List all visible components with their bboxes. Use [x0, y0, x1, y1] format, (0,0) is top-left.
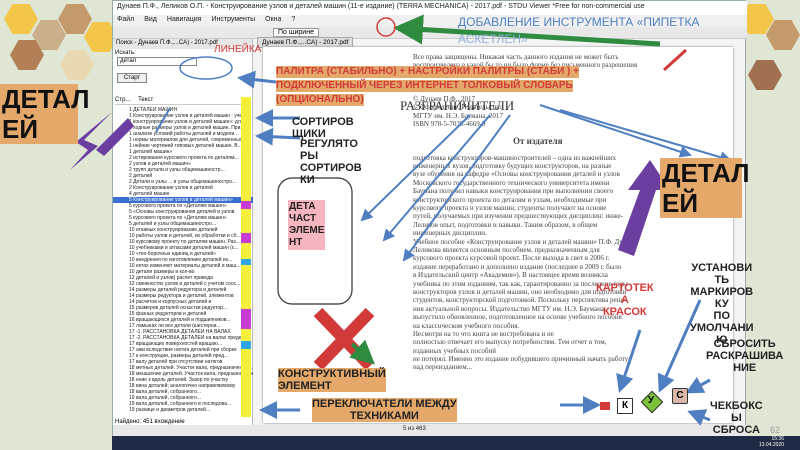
green-arrow [393, 14, 661, 47]
ruler-highlight-ellipse [179, 56, 233, 80]
annotation-card: КАРТОТЕК А КРАСОК [596, 282, 654, 318]
annotation-pipette-2: АСКЕТЛЕН» [458, 32, 528, 46]
annotation-ruler: ЛИНЕЙКА [214, 44, 262, 55]
c-button[interactable]: С [672, 388, 688, 404]
blue-arrow [382, 114, 491, 242]
purple-arrow [96, 118, 134, 156]
blue-arrow [402, 114, 511, 262]
annotation-parts-of-element: ДЕТА ЧАСТ ЭЛЕМЕ НТ [288, 200, 326, 250]
pipette-icon [662, 48, 688, 72]
annotation-palette-1: ПАЛИТРА (СТАБИЛЬНО) + НАСТРОЙКИ ПАЛИТРЫ … [276, 66, 579, 78]
pipette-highlight-circle [376, 17, 396, 37]
blue-arrow [616, 329, 642, 393]
page-number: 62 [770, 425, 781, 435]
annotation-checkbox-reset: ЧЕКБОКС Ы СБРОСА [710, 400, 763, 436]
annotation-right-word: ДЕТАЛ ЕЙ [660, 158, 750, 218]
annotation-construct-element: КОНСТРУКТИВНЫЙ ЭЛЕМЕНТ [278, 368, 386, 392]
annotation-pipette: ДОБАВЛЕНИЕ ИНСТРУМЕНТА «ПИПЕТКА [458, 15, 700, 29]
blue-arrow [685, 376, 711, 394]
k-button[interactable]: К [617, 398, 633, 414]
annotation-switchers: ПЕРЕКЛЮЧАТЕЛИ МЕЖДУ ТЕХНИКАМИ [312, 398, 457, 422]
annotation-regulators: РЕГУЛЯТО РЫ СОРТИРОВ КИ [300, 138, 362, 186]
annotation-palette-3: (ОПЦИОНАЛЬНО) [276, 94, 364, 106]
annotation-sorters: СОРТИРОВ ЩИКИ [292, 116, 354, 140]
blue-arrow [539, 104, 692, 158]
annotation-set-marking: УСТАНОВИ ТЬ МАРКИРОВ КУ ПО УМОЛЧАНИ Ю [690, 262, 754, 346]
color-chip[interactable] [600, 402, 610, 410]
blue-arrow [237, 70, 277, 89]
blue-arrow [687, 409, 711, 426]
annotation-delimiters: РАЗГРАНИЧИТЕЛИ [400, 98, 515, 113]
annotation-reset-coloring: СБРОСИТЬ РАСКРАШИВА НИЕ [706, 338, 784, 374]
blue-arrow [360, 114, 471, 222]
annotation-palette-2: ПОДКЛЮЧЕННЫЙ ЧЕРЕЗ ИНТЕРНЕТ ТОЛКОВЫЙ СЛО… [276, 80, 573, 92]
u-button[interactable]: У [644, 394, 658, 408]
annotation-left-word: ДЕТАЛ ЕЙ [0, 84, 90, 144]
blue-line [155, 107, 171, 133]
blue-arrow [559, 109, 732, 163]
